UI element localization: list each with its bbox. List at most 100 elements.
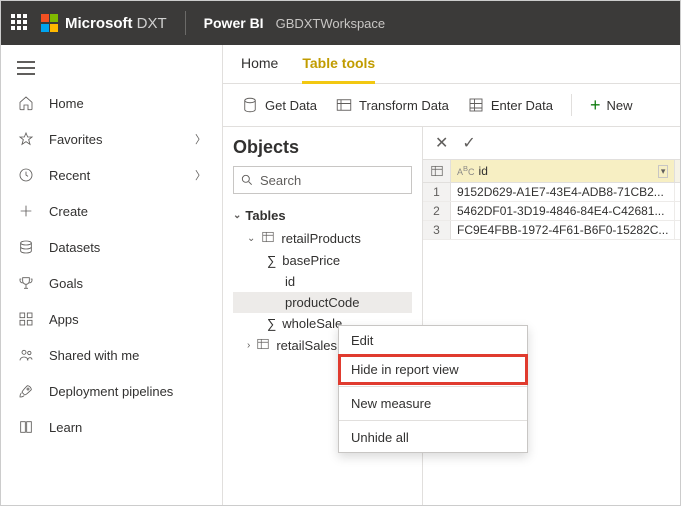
transform-icon [335, 96, 353, 114]
row-number: 3 [423, 221, 451, 239]
column-header-prod[interactable]: ABC prod [675, 160, 680, 182]
row-number: 2 [423, 202, 451, 220]
tables-node[interactable]: ⌄ Tables [233, 208, 412, 223]
table-row[interactable]: 2 5462DF01-3D19-4846-84E4-C42681... surf… [423, 202, 680, 221]
star-icon [17, 130, 35, 148]
nav-apps[interactable]: Apps [1, 301, 222, 337]
text-type-icon: ABC [457, 164, 475, 177]
productcode-label: productCode [285, 295, 359, 310]
enter-data-label: Enter Data [491, 98, 553, 113]
id-label: id [285, 274, 295, 289]
tab-home[interactable]: Home [241, 55, 278, 83]
new-button[interactable]: + New [590, 96, 633, 114]
book-icon [17, 418, 35, 436]
tab-table-tools[interactable]: Table tools [302, 55, 375, 84]
nav-home-label: Home [49, 96, 84, 111]
chevron-right-icon: 〉 [195, 167, 206, 183]
nav-collapse-button[interactable] [1, 51, 222, 85]
brand-logo: Microsoft DXT [41, 14, 167, 32]
field-baseprice[interactable]: ∑ basePrice [233, 250, 412, 271]
tables-label: Tables [245, 208, 285, 223]
column-dropdown-icon[interactable]: ▾ [658, 165, 669, 178]
cell-id: 5462DF01-3D19-4846-84E4-C42681... [451, 202, 675, 220]
wholesale-label: wholeSale [282, 316, 342, 331]
ctx-separator [339, 386, 527, 387]
cell-prod: surface [675, 221, 680, 239]
table-icon [256, 337, 270, 354]
caret-right-icon: › [247, 340, 250, 351]
rocket-icon [17, 382, 35, 400]
ctx-unhide-all[interactable]: Unhide all [339, 423, 527, 452]
table-row[interactable]: 3 FC9E4FBB-1972-4F61-B6F0-15282C... surf… [423, 221, 680, 240]
nav-create[interactable]: Create [1, 193, 222, 229]
nav-learn[interactable]: Learn [1, 409, 222, 445]
enter-data-button[interactable]: Enter Data [467, 96, 553, 114]
app-launcher-icon[interactable] [11, 14, 29, 32]
header-divider [185, 11, 186, 35]
nav-recent-label: Recent [49, 168, 90, 183]
nav-home[interactable]: Home [1, 85, 222, 121]
product-name: Power BI [204, 15, 264, 31]
get-data-icon [241, 96, 259, 114]
plus-icon [17, 202, 35, 220]
new-label: New [607, 98, 633, 113]
caret-down-icon: ⌄ [233, 210, 241, 221]
nav-pipelines[interactable]: Deployment pipelines [1, 373, 222, 409]
nav-pipelines-label: Deployment pipelines [49, 384, 173, 399]
nav-favorites[interactable]: Favorites 〉 [1, 121, 222, 157]
nav-datasets-label: Datasets [49, 240, 100, 255]
baseprice-label: basePrice [282, 253, 340, 268]
objects-title: Objects [233, 137, 412, 158]
table-row[interactable]: 1 9152D629-A1E7-43E4-ADB8-71CB2... surfa… [423, 183, 680, 202]
get-data-label: Get Data [265, 98, 317, 113]
ribbon-divider [571, 94, 572, 116]
context-menu: Edit Hide in report view New measure Unh… [338, 325, 528, 453]
nav-create-label: Create [49, 204, 88, 219]
objects-search[interactable]: Search [233, 166, 412, 194]
retailproducts-label: retailProducts [281, 231, 360, 246]
table-retailproducts[interactable]: ⌄ retailProducts [233, 227, 412, 250]
row-number: 1 [423, 183, 451, 201]
nav-datasets[interactable]: Datasets [1, 229, 222, 265]
grid-corner[interactable] [423, 160, 451, 182]
column-header-id[interactable]: ABC id ▾ [451, 160, 675, 182]
ctx-separator [339, 420, 527, 421]
people-icon [17, 346, 35, 364]
search-placeholder: Search [260, 173, 301, 188]
nav-apps-label: Apps [49, 312, 79, 327]
retailsales-label: retailSales [276, 338, 337, 353]
transform-data-button[interactable]: Transform Data [335, 96, 449, 114]
sigma-icon: ∑ [267, 316, 276, 331]
grid-header: ABC id ▾ ABC prod [423, 159, 680, 183]
clock-icon [17, 166, 35, 184]
get-data-button[interactable]: Get Data [241, 96, 317, 114]
nav-goals[interactable]: Goals [1, 265, 222, 301]
microsoft-logo-icon [41, 14, 59, 32]
nav-favorites-label: Favorites [49, 132, 102, 147]
nav-learn-label: Learn [49, 420, 82, 435]
brand-sub: DXT [137, 15, 167, 32]
enter-data-icon [467, 96, 485, 114]
database-icon [17, 238, 35, 256]
brand-text: Microsoft [65, 15, 133, 32]
workspace-name[interactable]: GBDXTWorkspace [276, 16, 386, 31]
content-tabs: Home Table tools [223, 45, 680, 84]
ctx-new-measure[interactable]: New measure [339, 389, 527, 418]
hamburger-icon [17, 61, 35, 75]
table-icon [261, 230, 275, 247]
caret-down-icon: ⌄ [247, 233, 255, 244]
cell-prod: surface [675, 183, 680, 201]
grid-confirm-button[interactable]: ✓ [462, 133, 475, 153]
nav-shared[interactable]: Shared with me [1, 337, 222, 373]
grid-cancel-button[interactable]: ✕ [435, 133, 448, 153]
trophy-icon [17, 274, 35, 292]
plus-green-icon: + [590, 96, 601, 114]
ctx-hide-in-report-view[interactable]: Hide in report view [339, 355, 527, 384]
nav-recent[interactable]: Recent 〉 [1, 157, 222, 193]
nav-goals-label: Goals [49, 276, 83, 291]
field-productcode[interactable]: productCode [233, 292, 412, 313]
field-id[interactable]: id [233, 271, 412, 292]
left-nav: Home Favorites 〉 Recent 〉 Create Dataset… [1, 45, 223, 505]
ctx-edit[interactable]: Edit [339, 326, 527, 355]
ribbon: Get Data Transform Data Enter Data + New [223, 84, 680, 127]
